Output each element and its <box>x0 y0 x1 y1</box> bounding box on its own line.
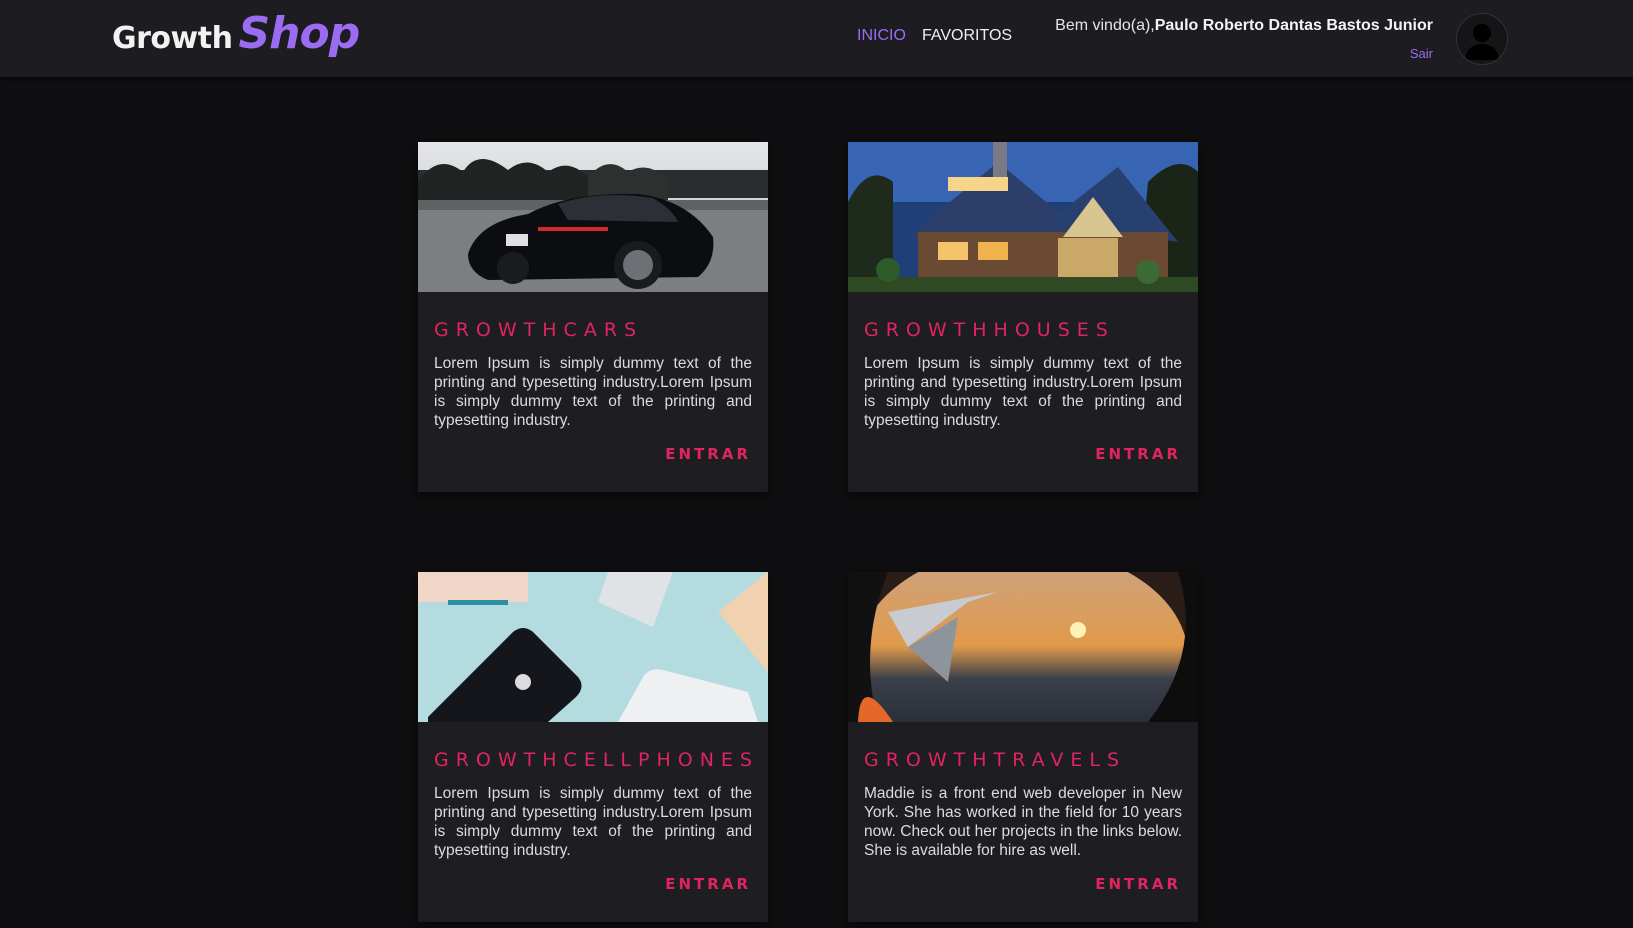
card-title: GROWTHHOUSES <box>864 319 1115 341</box>
cellphones-image <box>418 572 768 722</box>
card-description: Lorem Ipsum is simply dummy text of the … <box>434 785 752 859</box>
card-growthtravels: GROWTHTRAVELS Maddie is a front end web … <box>848 572 1198 922</box>
card-title: GROWTHCARS <box>434 319 644 341</box>
card-growthcellphones: GROWTHCELLPHONES Lorem Ipsum is simply d… <box>418 572 768 922</box>
car-image <box>418 142 768 292</box>
house-image <box>848 142 1198 292</box>
top-navbar: Growth Shop INICIO FAVORITOS Bem vindo(a… <box>0 0 1633 77</box>
user-avatar[interactable] <box>1456 13 1508 65</box>
entrar-button[interactable]: ENTRAR <box>665 445 751 463</box>
brand-logo[interactable]: Growth Shop <box>112 8 360 64</box>
card-title: GROWTHCELLPHONES <box>434 749 759 771</box>
card-description: Maddie is a front end web developer in N… <box>864 785 1182 859</box>
card-growthhouses: GROWTHHOUSES Lorem Ipsum is simply dummy… <box>848 142 1198 492</box>
nav-favoritos-link[interactable]: FAVORITOS <box>922 27 1012 45</box>
entrar-button[interactable]: ENTRAR <box>1095 445 1181 463</box>
card-description: Lorem Ipsum is simply dummy text of the … <box>434 355 752 429</box>
logout-link[interactable]: Sair <box>1410 46 1433 61</box>
nav-inicio-link[interactable]: INICIO <box>857 27 906 45</box>
entrar-button[interactable]: ENTRAR <box>1095 875 1181 893</box>
welcome-message: Bem vindo(a),Paulo Roberto Dantas Bastos… <box>1055 17 1433 35</box>
card-description: Lorem Ipsum is simply dummy text of the … <box>864 355 1182 429</box>
airplane-window-image <box>848 572 1198 722</box>
user-silhouette-icon <box>1465 24 1499 60</box>
brand-part-shop: Shop <box>238 8 360 59</box>
card-title: GROWTHTRAVELS <box>864 749 1127 771</box>
card-growthcars: GROWTHCARS Lorem Ipsum is simply dummy t… <box>418 142 768 492</box>
welcome-greeting: Bem vindo(a), <box>1055 17 1155 34</box>
brand-part-growth: Growth <box>112 21 233 56</box>
user-name: Paulo Roberto Dantas Bastos Junior <box>1154 17 1433 34</box>
entrar-button[interactable]: ENTRAR <box>665 875 751 893</box>
